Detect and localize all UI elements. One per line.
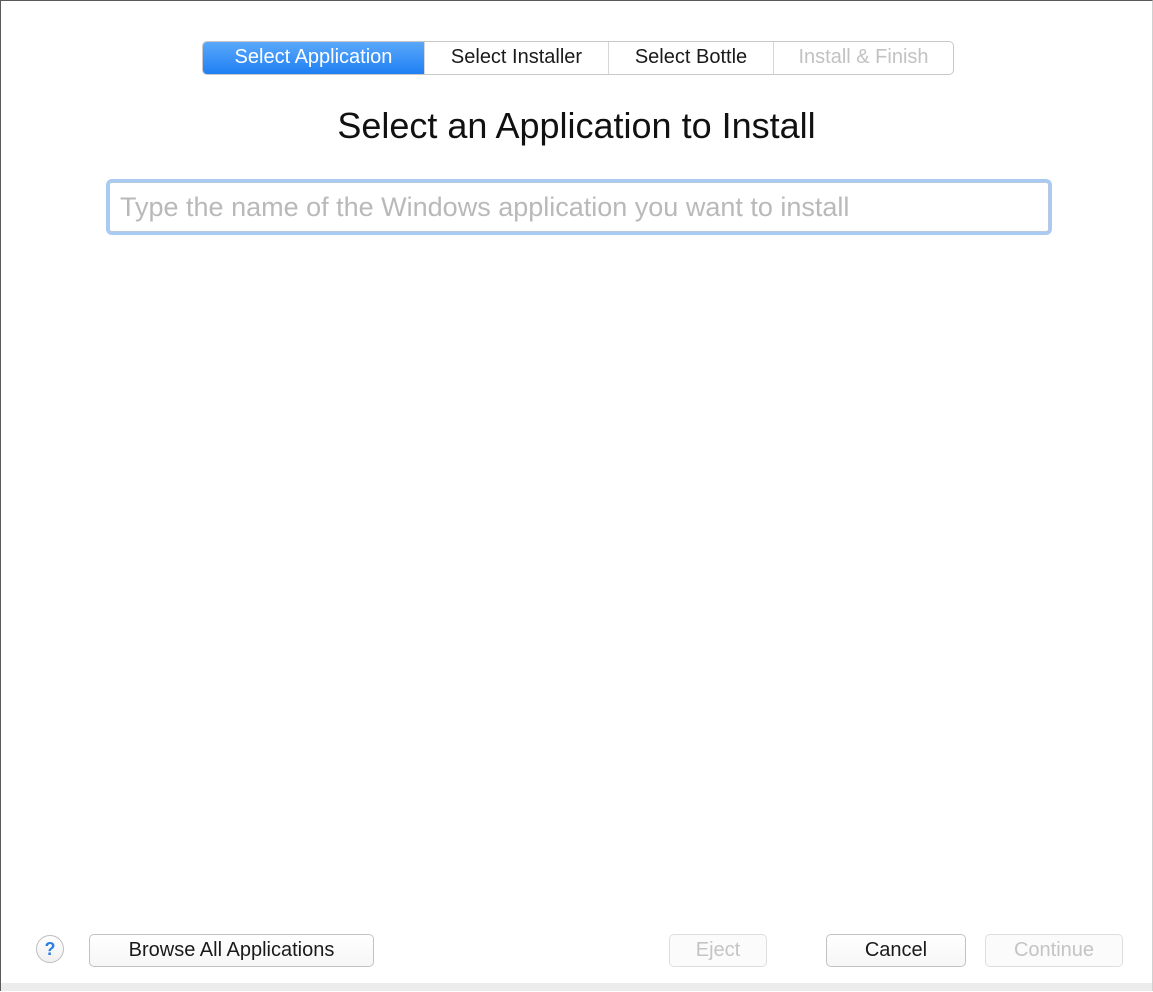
step-select-application[interactable]: Select Application xyxy=(203,42,424,74)
continue-button[interactable]: Continue xyxy=(985,934,1123,967)
eject-button[interactable]: Eject xyxy=(669,934,767,967)
help-icon[interactable]: ? xyxy=(36,935,64,963)
step-select-bottle[interactable]: Select Bottle xyxy=(608,42,773,74)
application-search-input[interactable] xyxy=(109,182,1049,232)
browse-all-applications-button[interactable]: Browse All Applications xyxy=(89,934,374,967)
step-install-finish: Install & Finish xyxy=(773,42,953,74)
page-title: Select an Application to Install xyxy=(337,105,816,146)
cancel-button[interactable]: Cancel xyxy=(826,934,966,967)
window-bottom-edge xyxy=(1,983,1152,991)
step-select-installer[interactable]: Select Installer xyxy=(424,42,608,74)
step-indicator: Select Application Select Installer Sele… xyxy=(202,41,954,75)
installer-window: Select Application Select Installer Sele… xyxy=(0,0,1153,991)
